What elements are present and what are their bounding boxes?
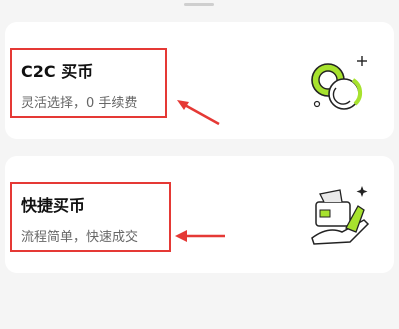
quick-buy-option[interactable]: 快捷买币 流程简单，快速成交 xyxy=(5,156,394,273)
option-subtitle: 流程简单，快速成交 xyxy=(21,230,139,245)
coins-icon xyxy=(311,56,367,110)
annotation-arrow-icon xyxy=(175,230,225,242)
option-title: 快捷买币 xyxy=(21,196,86,215)
drag-handle[interactable] xyxy=(184,3,214,6)
hand-card-icon xyxy=(311,186,370,245)
annotation-arrow-icon xyxy=(177,100,220,126)
option-subtitle: 灵活选择，0 手续费 xyxy=(21,96,138,111)
option-title: C2C 买币 xyxy=(21,62,94,81)
c2c-buy-option[interactable]: C2C 买币 灵活选择，0 手续费 xyxy=(5,22,394,139)
